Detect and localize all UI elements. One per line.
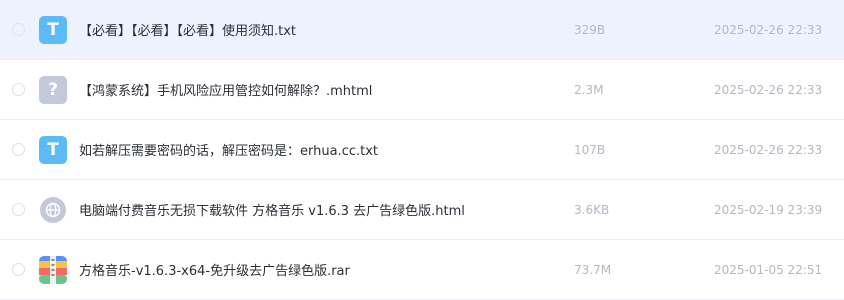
archive-stripes-icon xyxy=(39,255,67,284)
file-name[interactable]: 电脑端付费音乐无损下载软件 方格音乐 v1.6.3 去广告绿色版.html xyxy=(79,200,465,219)
file-row[interactable]: T 【必看】【必看】【必看】使用须知.txt 329B 2025-02-26 2… xyxy=(0,0,844,60)
file-date: 2025-02-26 22:33 xyxy=(714,142,823,157)
file-date: 2025-02-19 23:39 xyxy=(714,202,823,217)
file-date: 2025-01-05 22:51 xyxy=(714,262,823,277)
file-list: T 【必看】【必看】【必看】使用须知.txt 329B 2025-02-26 2… xyxy=(0,0,844,300)
row-checkbox[interactable] xyxy=(12,263,25,276)
file-name[interactable]: 【必看】【必看】【必看】使用须知.txt xyxy=(79,20,296,39)
row-checkbox[interactable] xyxy=(12,23,25,36)
file-date: 2025-02-26 22:33 xyxy=(714,22,823,37)
row-checkbox[interactable] xyxy=(12,83,25,96)
file-size: 329B xyxy=(574,22,606,37)
rar-archive-icon xyxy=(39,255,67,284)
file-size: 73.7M xyxy=(574,262,612,277)
txt-file-icon: T xyxy=(39,135,67,164)
file-size: 3.6KB xyxy=(574,202,610,217)
file-name[interactable]: 【鸿蒙系统】手机风险应用管控如何解除？.mhtml xyxy=(79,80,372,99)
file-row[interactable]: T 如若解压需要密码的话，解压密码是：erhua.cc.txt 107B 202… xyxy=(0,120,844,180)
file-name[interactable]: 如若解压需要密码的话，解压密码是：erhua.cc.txt xyxy=(79,140,378,159)
unknown-file-icon: ? xyxy=(39,75,67,104)
row-checkbox[interactable] xyxy=(12,143,25,156)
file-size: 2.3M xyxy=(574,82,604,97)
file-name[interactable]: 方格音乐-v1.6.3-x64-免升级去广告绿色版.rar xyxy=(79,260,350,279)
file-size: 107B xyxy=(574,142,606,157)
globe-icon xyxy=(40,196,66,223)
file-row[interactable]: ? 【鸿蒙系统】手机风险应用管控如何解除？.mhtml 2.3M 2025-02… xyxy=(0,60,844,120)
html-file-icon xyxy=(39,195,67,224)
file-row[interactable]: 方格音乐-v1.6.3-x64-免升级去广告绿色版.rar 73.7M 2025… xyxy=(0,240,844,300)
file-date: 2025-02-26 22:33 xyxy=(714,82,823,97)
row-checkbox[interactable] xyxy=(12,203,25,216)
txt-file-icon: T xyxy=(39,15,67,44)
file-row[interactable]: 电脑端付费音乐无损下载软件 方格音乐 v1.6.3 去广告绿色版.html 3.… xyxy=(0,180,844,240)
